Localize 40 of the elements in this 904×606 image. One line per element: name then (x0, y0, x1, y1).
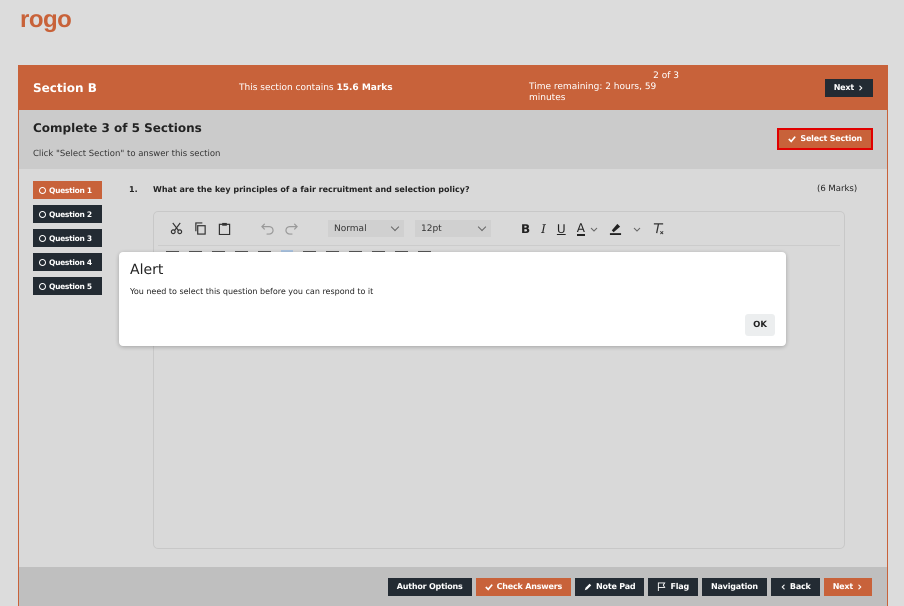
question-marks: (6 Marks) (817, 184, 858, 194)
dropdown-caret-icon[interactable] (590, 224, 598, 232)
style-dropdown[interactable]: Normal (328, 220, 404, 237)
flag-button[interactable]: Flag (648, 578, 698, 596)
time-remaining: Time remaining: 2 hours, 59 minutes (529, 82, 658, 104)
logo: rogo (20, 6, 72, 34)
instruction-hint: Click "Select Section" to answer this section (33, 148, 220, 158)
highlighter-icon[interactable] (608, 222, 622, 235)
chevron-right-icon (857, 582, 863, 590)
chevron-left-icon (780, 582, 786, 590)
back-button[interactable]: Back (770, 578, 820, 596)
progress-text: 2 of 3 (653, 71, 679, 82)
scissors-icon[interactable] (170, 222, 183, 235)
ok-button[interactable]: OK (745, 314, 775, 336)
section-title: Section B (33, 80, 98, 94)
note-pad-button[interactable]: Note Pad (575, 578, 644, 596)
chevron-right-icon (858, 84, 864, 92)
font-size-dropdown[interactable]: 12pt (415, 220, 491, 237)
italic-button[interactable]: I (541, 222, 546, 236)
section-marks: This section contains 15.6 Marks (239, 82, 394, 92)
copy-icon[interactable] (194, 222, 207, 235)
select-section-button[interactable]: Select Section (777, 128, 873, 150)
font-color-button[interactable]: A (576, 222, 585, 236)
clipboard-icon[interactable] (218, 222, 231, 235)
navigation-button[interactable]: Navigation (702, 578, 767, 596)
dropdown-caret-icon[interactable] (632, 224, 641, 232)
next-button[interactable]: Next (824, 578, 872, 596)
bold-button[interactable]: B (521, 222, 530, 236)
check-icon (788, 134, 796, 142)
underline-button[interactable]: U (556, 222, 566, 236)
check-answers-button[interactable]: Check Answers (476, 578, 572, 596)
flag-icon (657, 582, 666, 591)
check-icon (484, 582, 493, 590)
question-number: 1. (129, 184, 139, 194)
clear-format-icon[interactable] (652, 222, 665, 235)
pencil-icon (584, 582, 592, 590)
question-text: What are the key principles of a fair recruitment and selection policy? (153, 184, 471, 194)
next-button[interactable]: Next (824, 78, 873, 96)
author-options-button[interactable]: Author Options (388, 578, 472, 596)
instruction-title: Complete 3 of 5 Sections (33, 120, 203, 134)
